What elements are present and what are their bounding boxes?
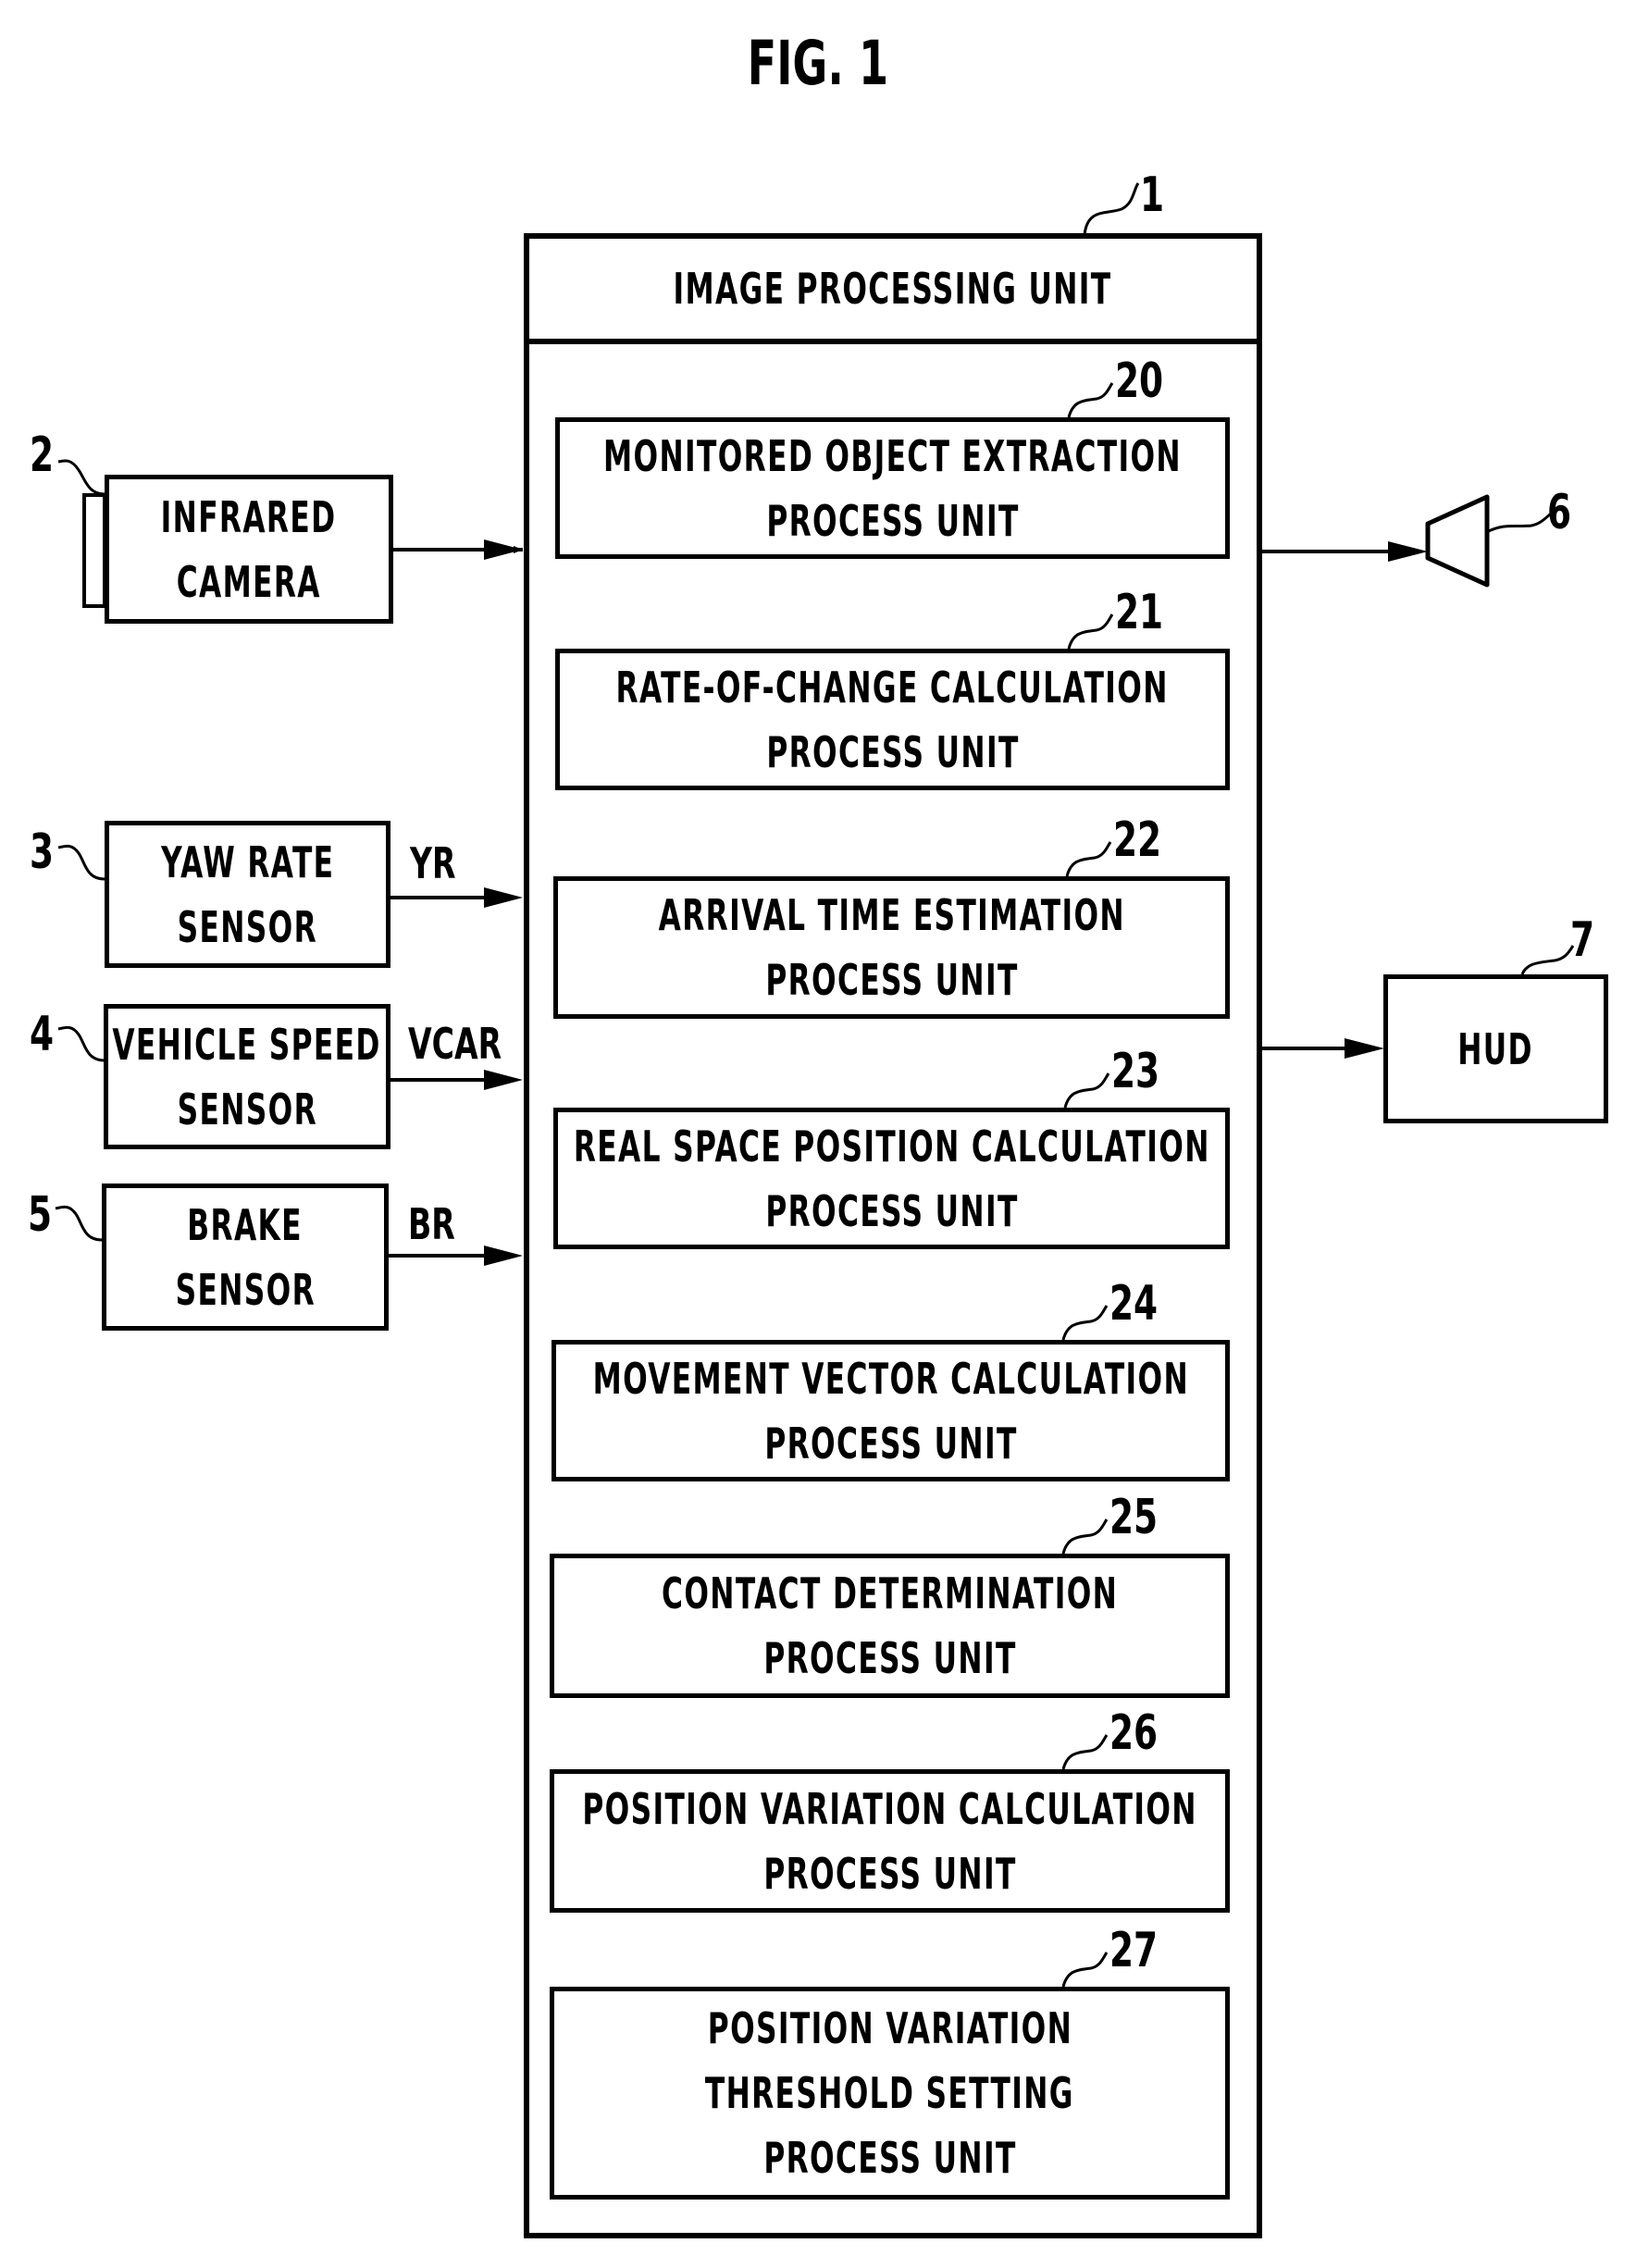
- process-unit-23-line-1: REAL SPACE POSITION CALCULATION: [573, 1121, 1210, 1171]
- process-unit-23[interactable]: REAL SPACE POSITION CALCULATION PROCESS …: [553, 1108, 1230, 1249]
- brake-sensor-line-1: BRAKE: [187, 1199, 304, 1250]
- speaker-icon: [1425, 494, 1490, 588]
- process-unit-24-line-1: MOVEMENT VECTOR CALCULATION: [592, 1353, 1189, 1404]
- leader-line-3: [57, 844, 105, 881]
- arrowhead-hud: [1345, 1038, 1384, 1059]
- process-unit-22-line-2: PROCESS UNIT: [764, 955, 1019, 1005]
- vehicle-speed-sensor-line-2: SENSOR: [177, 1084, 317, 1134]
- process-unit-25-line-2: PROCESS UNIT: [762, 1633, 1017, 1683]
- arrowhead-speed: [484, 1070, 523, 1090]
- process-unit-20-line-1: MONITORED OBJECT EXTRACTION: [603, 430, 1182, 481]
- process-unit-21-line-1: RATE-OF-CHANGE CALCULATION: [615, 662, 1170, 713]
- arrowhead-speaker: [1388, 541, 1428, 562]
- ref-label-20: 20: [1115, 353, 1164, 409]
- ref-label-7: 7: [1570, 912, 1595, 968]
- signal-label-vcar: VCAR: [408, 1019, 502, 1069]
- ref-label-27: 27: [1109, 1923, 1159, 1978]
- process-unit-22-line-1: ARRIVAL TIME ESTIMATION: [658, 890, 1125, 940]
- process-unit-26-line-1: POSITION VARIATION CALCULATION: [582, 1783, 1197, 1834]
- hud-box[interactable]: HUD: [1383, 974, 1608, 1123]
- process-unit-27-line-2: THRESHOLD SETTING: [705, 2068, 1074, 2118]
- process-unit-21[interactable]: RATE-OF-CHANGE CALCULATION PROCESS UNIT: [555, 649, 1230, 790]
- ref-label-1: 1: [1140, 167, 1165, 223]
- process-unit-26-line-2: PROCESS UNIT: [762, 1848, 1017, 1899]
- process-unit-20-line-2: PROCESS UNIT: [765, 495, 1020, 546]
- leader-line-4: [57, 1025, 105, 1062]
- ref-label-3: 3: [30, 824, 55, 880]
- ref-label-25: 25: [1109, 1490, 1159, 1545]
- process-unit-26[interactable]: POSITION VARIATION CALCULATION PROCESS U…: [550, 1769, 1230, 1913]
- ref-label-21: 21: [1115, 585, 1164, 640]
- vehicle-speed-sensor-line-1: VEHICLE SPEED: [112, 1019, 382, 1070]
- process-unit-24-line-2: PROCESS UNIT: [763, 1418, 1018, 1469]
- ref-label-26: 26: [1109, 1705, 1159, 1761]
- figure-title: FIG. 1: [747, 28, 889, 99]
- arrowhead-camera: [484, 539, 523, 560]
- process-unit-27-line-1: POSITION VARIATION: [707, 2003, 1072, 2053]
- brake-sensor-box[interactable]: BRAKE SENSOR: [102, 1184, 389, 1331]
- process-unit-27[interactable]: POSITION VARIATION THRESHOLD SETTING PRO…: [550, 1987, 1230, 2200]
- ref-label-22: 22: [1113, 812, 1162, 868]
- ref-label-4: 4: [30, 1007, 55, 1062]
- image-processing-unit-header: IMAGE PROCESSING UNIT: [529, 239, 1257, 344]
- process-unit-25-line-1: CONTACT DETERMINATION: [661, 1568, 1119, 1618]
- ref-label-2: 2: [30, 428, 55, 483]
- yaw-rate-sensor-line-2: SENSOR: [177, 901, 318, 952]
- ref-label-6: 6: [1547, 485, 1572, 540]
- arrowhead-yaw: [484, 887, 523, 908]
- vehicle-speed-sensor-box[interactable]: VEHICLE SPEED SENSOR: [104, 1004, 390, 1149]
- process-unit-21-line-2: PROCESS UNIT: [765, 726, 1020, 777]
- process-unit-25[interactable]: CONTACT DETERMINATION PROCESS UNIT: [550, 1554, 1230, 1698]
- leader-line-6: [1486, 512, 1552, 534]
- process-unit-24[interactable]: MOVEMENT VECTOR CALCULATION PROCESS UNIT: [552, 1340, 1230, 1481]
- process-unit-27-line-3: PROCESS UNIT: [762, 2133, 1017, 2183]
- infrared-camera-line-1: INFRARED: [161, 491, 337, 542]
- leader-line-5: [55, 1205, 103, 1242]
- yaw-rate-sensor-box[interactable]: YAW RATE SENSOR: [105, 821, 390, 968]
- leader-line-7: [1520, 945, 1575, 975]
- process-unit-20[interactable]: MONITORED OBJECT EXTRACTION PROCESS UNIT: [555, 417, 1230, 559]
- leader-line-1: [1083, 182, 1140, 236]
- camera-lens-icon: [82, 493, 106, 608]
- ref-label-5: 5: [28, 1187, 53, 1243]
- arrowhead-brake: [484, 1246, 523, 1266]
- yaw-rate-sensor-line-1: YAW RATE: [160, 837, 335, 887]
- hud-label: HUD: [1457, 1023, 1534, 1074]
- process-unit-23-line-2: PROCESS UNIT: [764, 1185, 1019, 1236]
- signal-label-br: BR: [408, 1199, 455, 1249]
- image-processing-unit-title: IMAGE PROCESSING UNIT: [674, 264, 1112, 314]
- brake-sensor-line-2: SENSOR: [175, 1264, 316, 1315]
- ref-label-23: 23: [1111, 1044, 1160, 1099]
- signal-label-yr: YR: [410, 838, 456, 888]
- process-unit-22[interactable]: ARRIVAL TIME ESTIMATION PROCESS UNIT: [553, 876, 1230, 1019]
- ref-label-24: 24: [1109, 1276, 1159, 1332]
- infrared-camera-box[interactable]: INFRARED CAMERA: [105, 475, 393, 624]
- infrared-camera-line-2: CAMERA: [176, 556, 322, 607]
- leader-line-2: [57, 459, 105, 496]
